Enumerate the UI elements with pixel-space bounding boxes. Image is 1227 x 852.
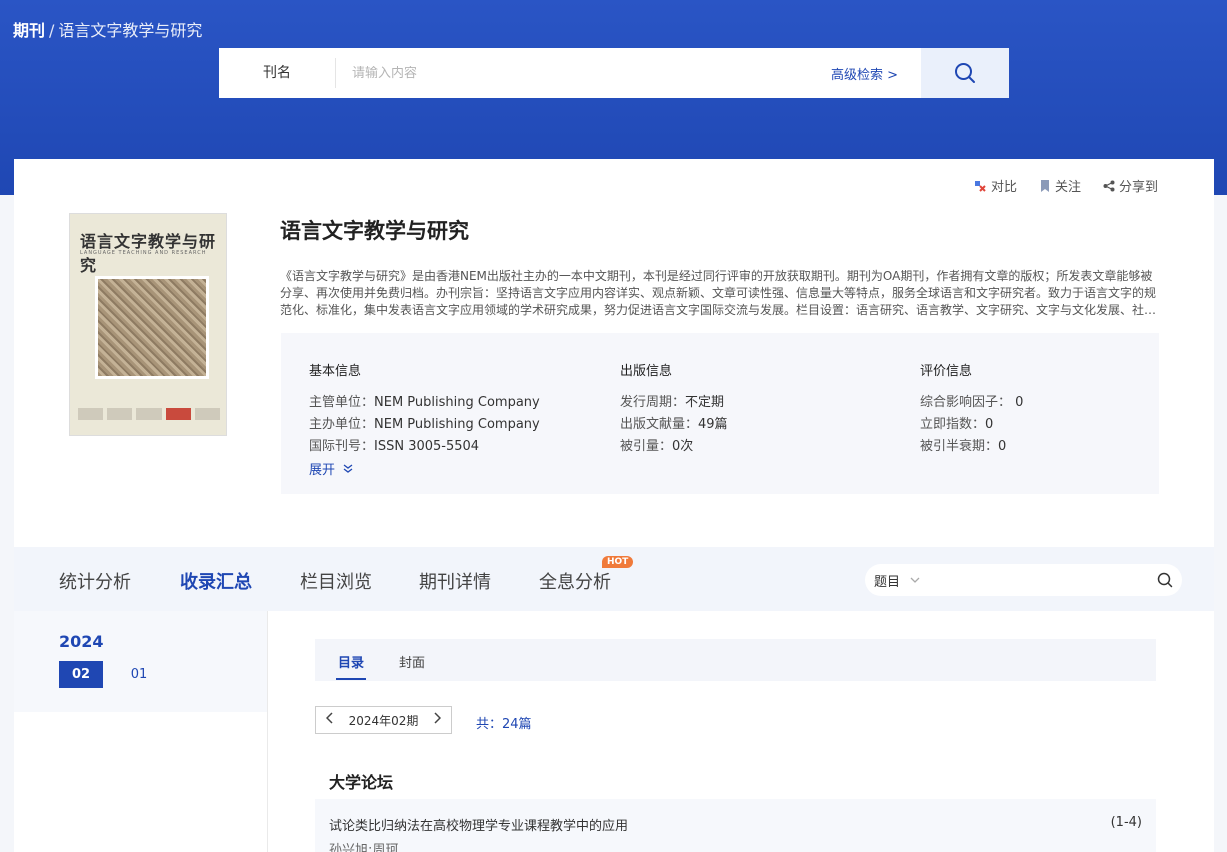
issue-selector: 2024年02期 [315,706,452,734]
share-icon [1103,180,1115,191]
search-type-select[interactable]: 刊名 [219,58,336,88]
content-subtabs: 目录 封面 [315,639,1156,681]
chevron-left-icon [325,712,333,724]
publish-info: 出版信息 发行周期：不定期 出版文献量：49篇 被引量：0次 [620,360,728,458]
article-search-input[interactable] [937,572,1148,588]
advanced-search-link[interactable]: 高级检索 > [831,64,898,83]
issue-item-02[interactable]: 02 [59,661,103,688]
info-row: 国际刊号：ISSN 3005-5504 [309,439,480,454]
tab-column-browse[interactable]: 栏目浏览 [300,568,372,594]
journal-actions: 对比 关注 分享到 [973,176,1158,195]
journal-title: 语言文字教学与研究 [280,219,469,243]
search-icon [1157,572,1173,588]
info-row: 主管单位：NEM Publishing Company [309,395,540,410]
info-row: 综合影响因子： 0 [920,395,1024,410]
basic-info-title: 基本信息 [309,364,362,379]
breadcrumb-separator: / [49,21,55,40]
subtab-toc[interactable]: 目录 [335,652,367,680]
search-input[interactable] [336,65,831,81]
compare-icon [974,180,986,192]
evaluation-info-title: 评价信息 [920,364,973,379]
subtab-cover[interactable]: 封面 [399,652,425,671]
info-row: 出版文献量：49篇 [620,417,728,432]
info-row: 发行周期：不定期 [620,395,725,410]
chevron-down-icon [343,464,353,473]
journal-cover-image: 语言文字教学与研究 LANGUAGE TEACHING AND RESEARCH [69,213,227,436]
tab-collection-summary[interactable]: 收录汇总 [180,568,252,594]
info-row: 被引半衰期：0 [920,439,1007,454]
list-item: 试论类比归纳法在高校物理学专业课程教学中的应用 (1-4) 孙兴旭;周珂 [315,799,1156,852]
main-search-bar: 刊名 高级检索 > [219,48,1009,98]
issue-sidebar: 2024 02 01 [14,611,267,852]
compare-button[interactable]: 对比 [973,176,1017,195]
tab-holographic-analysis[interactable]: 全息分析 [539,568,611,594]
hot-badge: HOT [602,556,634,568]
next-issue-button[interactable] [433,712,442,728]
info-row: 被引量：0次 [620,439,694,454]
article-search-type-select[interactable]: 题目 [865,571,937,590]
search-icon [955,63,975,83]
article-search-button[interactable] [1148,572,1182,588]
expand-button[interactable]: 展开 [309,459,353,478]
article-title-link[interactable]: 试论类比归纳法在高校物理学专业课程教学中的应用 [329,815,628,834]
cover-artwork [95,276,209,379]
issue-item-01[interactable]: 01 [117,661,161,688]
journal-info-panel: 基本信息 主管单位：NEM Publishing Company 主办单位：NE… [281,333,1159,494]
chevron-down-icon [910,577,920,583]
article-authors[interactable]: 孙兴旭;周珂 [329,839,398,852]
breadcrumb: 期刊 / 语言文字教学与研究 [13,17,202,41]
bookmark-icon [1040,179,1049,192]
compare-label: 对比 [990,180,1017,195]
article-search: 题目 [865,564,1182,596]
follow-button[interactable]: 关注 [1039,176,1081,195]
basic-info: 基本信息 主管单位：NEM Publishing Company 主办单位：NE… [309,360,540,458]
tab-journal-details[interactable]: 期刊详情 [419,568,491,594]
year-label[interactable]: 2024 [59,632,104,651]
cover-index-logos [78,408,221,420]
prev-issue-button[interactable] [325,712,334,728]
tab-statistics[interactable]: 统计分析 [59,568,131,594]
follow-label: 关注 [1054,180,1081,195]
publish-info-title: 出版信息 [620,364,673,379]
evaluation-info: 评价信息 综合影响因子： 0 立即指数：0 被引半衰期：0 [920,360,1023,458]
article-count: 共：24篇 [476,717,532,732]
search-button[interactable] [921,48,1009,98]
info-row: 立即指数：0 [920,417,994,432]
share-label: 分享到 [1118,180,1158,195]
article-pages: (1-4) [1110,815,1142,830]
section-title: 大学论坛 [329,773,394,792]
expand-label: 展开 [309,463,336,478]
journal-nav-tabs: 统计分析 收录汇总 栏目浏览 期刊详情 全息分析 HOT 题目 [14,547,1214,611]
breadcrumb-root[interactable]: 期刊 [13,21,45,40]
chevron-right-icon [434,712,442,724]
info-row: 主办单位：NEM Publishing Company [309,417,540,432]
share-button[interactable]: 分享到 [1103,176,1158,195]
article-search-type: 题目 [874,574,901,590]
issue-content: 目录 封面 2024年02期 共：24篇 大学论坛 试论类比归纳法在高校物理学专… [267,611,1214,852]
current-issue-label: 2024年02期 [348,713,419,728]
year-group: 2024 02 01 [14,611,267,712]
cover-subtitle: LANGUAGE TEACHING AND RESEARCH [80,250,207,256]
journal-card: 对比 关注 分享到 语言文字教学与研究 LANGUAGE TEACHING AN… [14,159,1214,547]
journal-description: 《语言文字教学与研究》是由香港NEM出版社主办的一本中文期刊，本刊是经过同行评审… [280,269,1157,317]
breadcrumb-current: 语言文字教学与研究 [58,21,203,40]
